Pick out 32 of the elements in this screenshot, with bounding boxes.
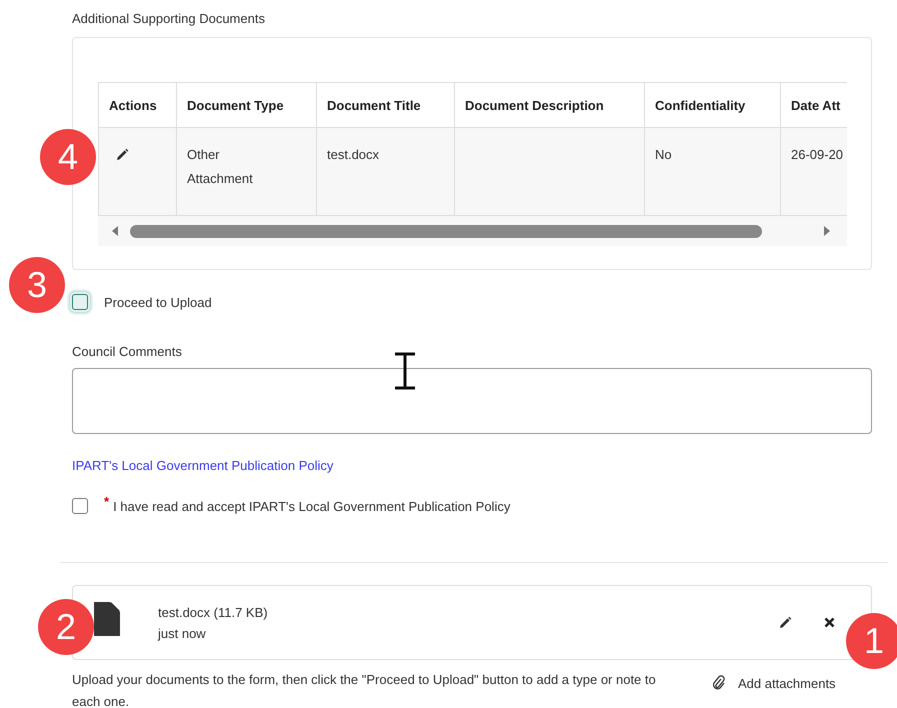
text-cursor-icon [393,352,417,390]
number-marker: 4 [40,129,96,185]
checkbox-label: I have read and accept IPART's Local Government Publication Policy [113,498,510,514]
column-header: Document Description [454,82,644,128]
close-icon[interactable] [824,617,835,628]
pencil-icon[interactable] [778,616,792,630]
file-time: just now [158,626,207,640]
file-name: test.docx (11.7 KB) [158,604,269,620]
checkbox-label: Proceed to Upload [104,294,212,310]
pencil-icon[interactable] [115,148,129,162]
table-cell: test.docx [327,147,380,162]
help-text: Upload your documents to the form, then click the "Proceed to Upload" button to add a type or note to each one. [72,671,657,708]
section-title: Additional Supporting Documents [72,10,266,28]
checkbox[interactable] [72,498,88,514]
document-icon [94,602,120,636]
policy-link[interactable]: IPART's Local Government Publication Policy [72,458,334,473]
paperclip-icon[interactable] [712,675,726,691]
table-cell-text: Other Attachment [187,146,254,188]
table-cell: 26-09-20 [791,147,844,162]
number-marker: 1 [846,613,897,669]
field-label: Council Comments [72,344,183,359]
scroll-left-icon[interactable] [110,225,120,237]
number-marker: 2 [38,599,94,655]
scrollbar-thumb[interactable] [130,224,762,238]
required-mark: * [104,494,110,509]
comments-field[interactable] [72,368,872,434]
column-header: Actions [98,82,176,128]
table-cell: No [655,147,672,162]
add-attachments-link[interactable]: Add attachments [712,675,836,691]
horizontal-scrollbar[interactable] [98,216,847,246]
number-marker: 3 [9,257,65,313]
scroll-right-icon[interactable] [822,225,832,237]
